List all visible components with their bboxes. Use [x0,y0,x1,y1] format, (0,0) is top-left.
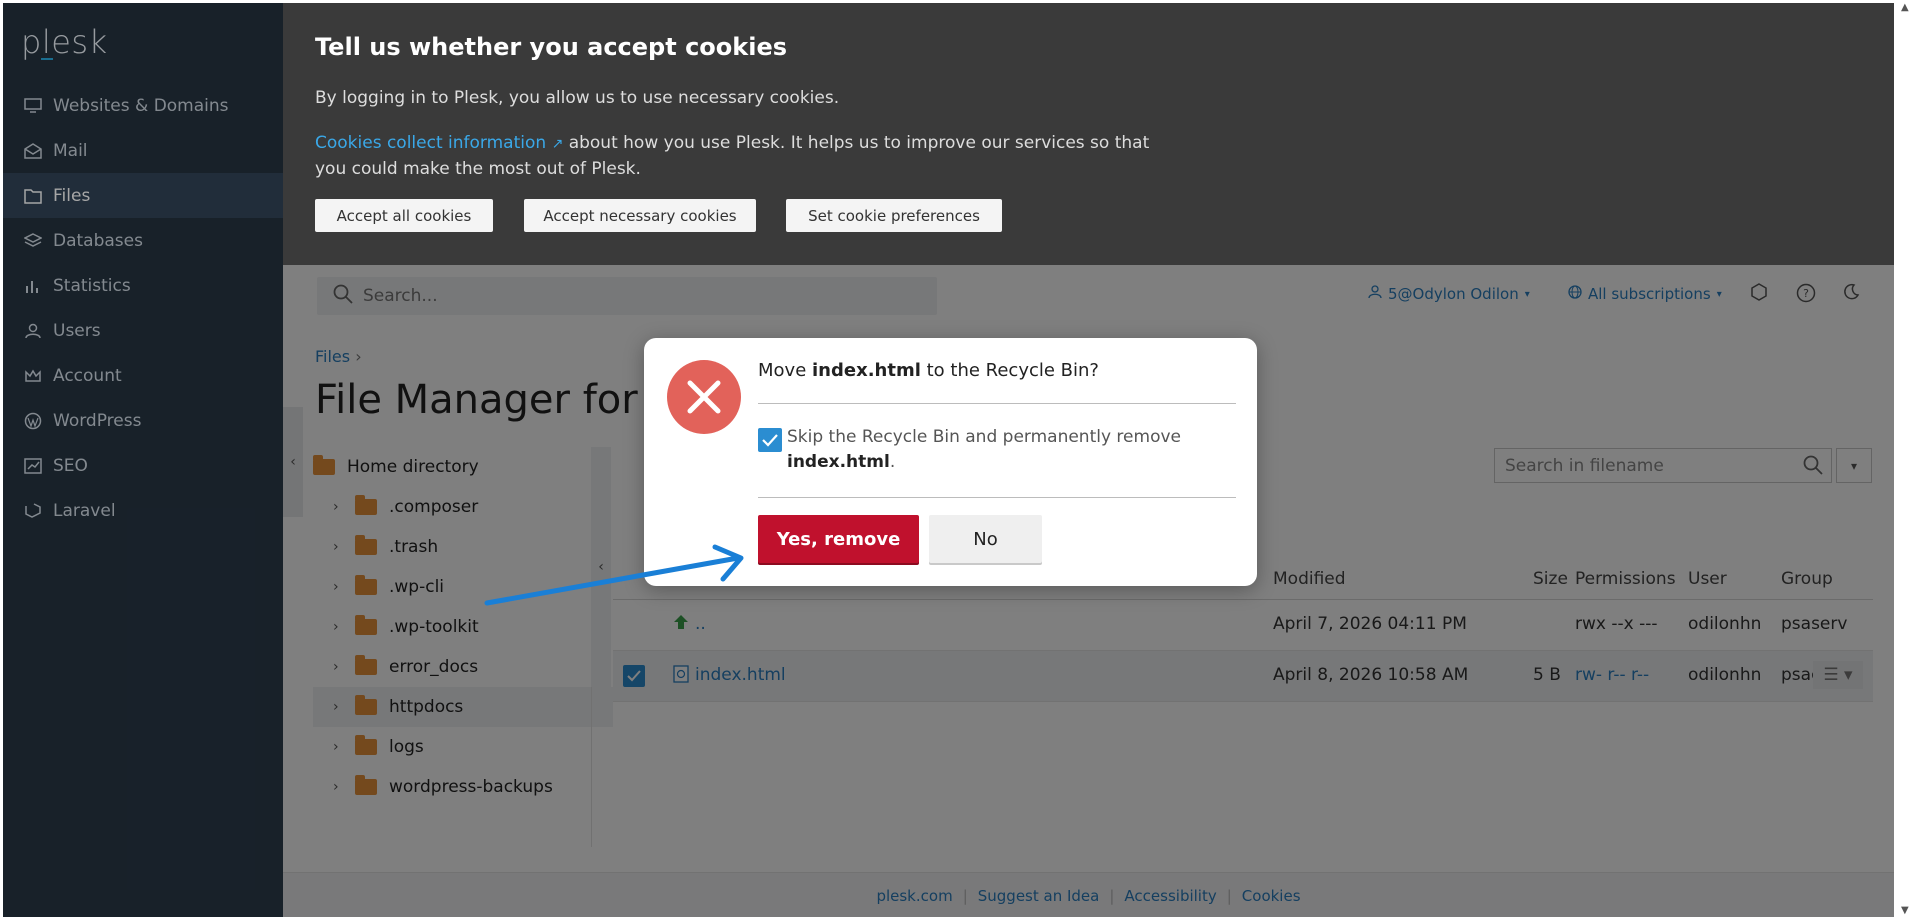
skip-recycle-bin-checkbox[interactable] [758,428,782,452]
dialog-title-prefix: Move [758,360,812,381]
accept-all-cookies-button[interactable]: Accept all cookies [315,199,493,232]
browser-frame: plesk Websites & Domains Mail Files Data… [3,3,1894,917]
cookies-info-link[interactable]: Cookies collect information [315,133,546,153]
error-icon [667,360,741,434]
set-cookie-preferences-button[interactable]: Set cookie preferences [786,199,1002,232]
no-button[interactable]: No [929,515,1042,563]
cookie-banner-title: Tell us whether you accept cookies [315,33,788,61]
skip-recycle-bin-label[interactable]: Skip the Recycle Bin and permanently rem… [787,425,1187,475]
cookie-banner-text: By logging in to Plesk, you allow us to … [315,88,840,108]
dialog-divider [758,497,1236,498]
yes-remove-button[interactable]: Yes, remove [758,515,919,563]
sidebar-overlay [3,3,283,917]
dialog-divider [758,403,1236,404]
cookie-banner-info: Cookies collect information ↗ about how … [315,131,1175,182]
external-link-icon: ↗ [551,136,564,152]
page-scrollbar[interactable]: ▲ ▼ [1896,0,1917,920]
skip-text: Skip the Recycle Bin and permanently rem… [787,427,1181,447]
scroll-up-icon[interactable]: ▲ [1901,2,1909,13]
scroll-down-icon[interactable]: ▼ [1901,905,1909,916]
dialog-title-file: index.html [812,360,921,381]
accept-necessary-cookies-button[interactable]: Accept necessary cookies [524,199,756,232]
skip-file: index.html [787,452,890,472]
dialog-title: Move index.html to the Recycle Bin? [758,360,1099,381]
dialog-title-suffix: to the Recycle Bin? [920,360,1099,381]
annotation-arrow-icon [484,544,744,606]
skip-suffix: . [889,452,896,472]
cookie-banner: Tell us whether you accept cookies By lo… [283,3,1894,265]
